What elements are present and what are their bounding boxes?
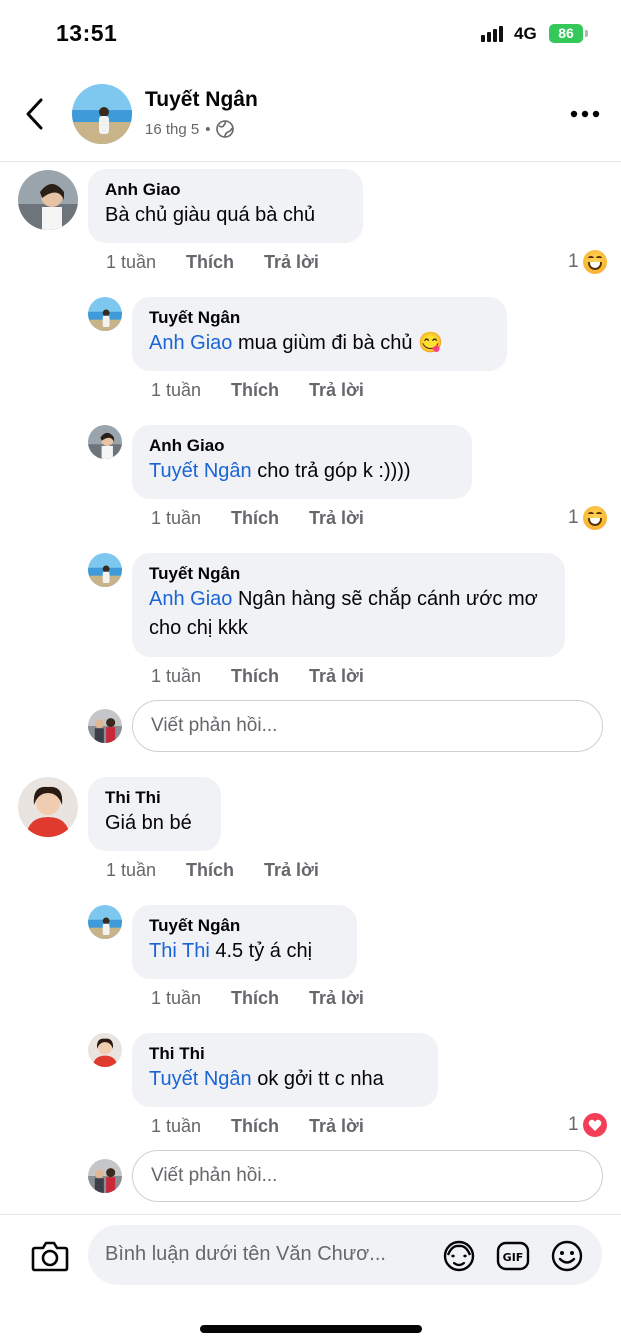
comment-author[interactable]: Anh Giao (105, 179, 347, 201)
home-indicator (200, 1325, 422, 1333)
reply-bubble[interactable]: Tuyết Ngân Anh Giao Ngân hàng sẽ chắp cá… (132, 553, 565, 657)
comment-time[interactable]: 1 tuần (106, 252, 186, 273)
like-button[interactable]: Thích (231, 380, 309, 401)
mention-link[interactable]: Thi Thi (149, 940, 210, 962)
comment-actions: 1 tuần Thích Trả lời (151, 1116, 364, 1137)
comment-time[interactable]: 1 tuần (151, 666, 231, 687)
comment-input-placeholder: Bình luận dưới tên Văn Chươ... (105, 1243, 386, 1265)
comment-actions: 1 tuần Thích Trả lời (151, 666, 364, 687)
avatar[interactable] (88, 425, 122, 459)
reply-button[interactable]: Trả lời (309, 666, 364, 687)
mention-link[interactable]: Tuyết Ngân (149, 460, 252, 482)
comment-author[interactable]: Thi Thi (105, 787, 205, 809)
reaction-count: 1 (568, 507, 579, 528)
reply-button[interactable]: Trả lời (309, 508, 364, 529)
comment-author[interactable]: Tuyết Ngân (149, 563, 549, 585)
avatar-sticker-icon[interactable] (442, 1239, 476, 1273)
comment-author[interactable]: Tuyết Ngân (149, 915, 341, 937)
mention-link[interactable]: Anh Giao (149, 332, 232, 354)
love-icon (582, 1113, 607, 1137)
like-button[interactable]: Thích (231, 508, 309, 529)
reply-button[interactable]: Trả lời (264, 860, 319, 881)
header-author-name[interactable]: Tuyết Ngân (145, 88, 258, 112)
battery-icon: 86 (549, 24, 583, 43)
status-bar: 13:51 4G 86 (0, 0, 621, 68)
comment-time[interactable]: 1 tuần (151, 380, 231, 401)
like-button[interactable]: Thích (231, 988, 309, 1009)
comment-text: ok gởi tt c nha (251, 1068, 384, 1090)
haha-icon (582, 250, 607, 274)
avatar[interactable] (18, 170, 78, 230)
reaction-summary[interactable]: 1 (568, 1113, 607, 1137)
network-label: 4G (514, 24, 537, 43)
avatar[interactable] (88, 553, 122, 587)
avatar (88, 709, 122, 743)
reaction-summary[interactable]: 1 (568, 250, 607, 274)
gif-icon[interactable]: GIF (496, 1239, 530, 1273)
avatar (88, 1159, 122, 1193)
reaction-summary[interactable]: 1 (568, 506, 607, 530)
haha-icon (582, 506, 607, 530)
reply-bubble[interactable]: Thi Thi Tuyết Ngân ok gởi tt c nha (132, 1033, 438, 1107)
meta-separator: • (205, 120, 211, 138)
back-icon[interactable] (22, 96, 50, 132)
comment-author[interactable]: Tuyết Ngân (149, 307, 491, 329)
post-meta: 16 thg 5 • (145, 120, 235, 138)
reply-bubble[interactable]: Tuyết Ngân Anh Giao mua giùm đi bà chủ 😋 (132, 297, 507, 371)
reply-button[interactable]: Trả lời (264, 252, 319, 273)
comment-actions: 1 tuần Thích Trả lời (106, 252, 319, 273)
comment-text: 4.5 tỷ á chị (209, 940, 313, 962)
globe-icon (216, 120, 235, 138)
like-button[interactable]: Thích (231, 1116, 309, 1137)
comment-actions: 1 tuần Thích Trả lời (151, 988, 364, 1009)
avatar[interactable] (18, 777, 78, 837)
comment-actions: 1 tuần Thích Trả lời (106, 860, 319, 881)
mention-link[interactable]: Anh Giao (149, 588, 232, 610)
like-button[interactable]: Thích (231, 666, 309, 687)
post-header: Tuyết Ngân 16 thg 5 • (0, 70, 621, 162)
svg-text:GIF: GIF (503, 1251, 524, 1264)
comment-text: Bà chủ giàu quá bà chủ (105, 204, 316, 226)
comment-time[interactable]: 1 tuần (151, 1116, 231, 1137)
signal-icon (481, 26, 505, 42)
status-time: 13:51 (56, 20, 118, 46)
mention-link[interactable]: Tuyết Ngân (149, 1068, 252, 1090)
emoji-icon[interactable] (550, 1239, 584, 1273)
comment-time[interactable]: 1 tuần (151, 988, 231, 1009)
comment-text: mua giùm đi bà chủ 😋 (232, 332, 443, 354)
reply-input[interactable]: Viết phản hồi... (132, 1150, 603, 1202)
reply-bubble[interactable]: Tuyết Ngân Thi Thi 4.5 tỷ á chị (132, 905, 357, 979)
comment-time[interactable]: 1 tuần (106, 860, 186, 881)
post-date[interactable]: 16 thg 5 (145, 121, 199, 138)
like-button[interactable]: Thích (186, 252, 264, 273)
reply-button[interactable]: Trả lời (309, 380, 364, 401)
comment-bubble[interactable]: Thi Thi Giá bn bé (88, 777, 221, 851)
reaction-count: 1 (568, 1114, 579, 1135)
comment-actions: 1 tuần Thích Trả lời (151, 380, 364, 401)
author-avatar[interactable] (72, 84, 132, 144)
reply-bubble[interactable]: Anh Giao Tuyết Ngân cho trả góp k :)))) (132, 425, 472, 499)
comment-bubble[interactable]: Anh Giao Bà chủ giàu quá bà chủ (88, 169, 363, 243)
battery-nub (585, 30, 588, 37)
reply-button[interactable]: Trả lời (309, 988, 364, 1009)
more-icon[interactable] (570, 110, 600, 118)
comment-author[interactable]: Thi Thi (149, 1043, 422, 1065)
avatar[interactable] (88, 905, 122, 939)
comment-author[interactable]: Anh Giao (149, 435, 456, 457)
reply-button[interactable]: Trả lời (309, 1116, 364, 1137)
like-button[interactable]: Thích (186, 860, 264, 881)
comment-text: cho trả góp k :)))) (251, 460, 411, 482)
avatar[interactable] (88, 1033, 122, 1067)
reply-input[interactable]: Viết phản hồi... (132, 700, 603, 752)
comment-actions: 1 tuần Thích Trả lời (151, 508, 364, 529)
camera-icon[interactable] (31, 1239, 69, 1273)
reaction-count: 1 (568, 251, 579, 272)
comment-time[interactable]: 1 tuần (151, 508, 231, 529)
avatar[interactable] (88, 297, 122, 331)
comment-text: Giá bn bé (105, 812, 192, 834)
comment-input[interactable]: Bình luận dưới tên Văn Chươ... GIF (88, 1225, 602, 1285)
